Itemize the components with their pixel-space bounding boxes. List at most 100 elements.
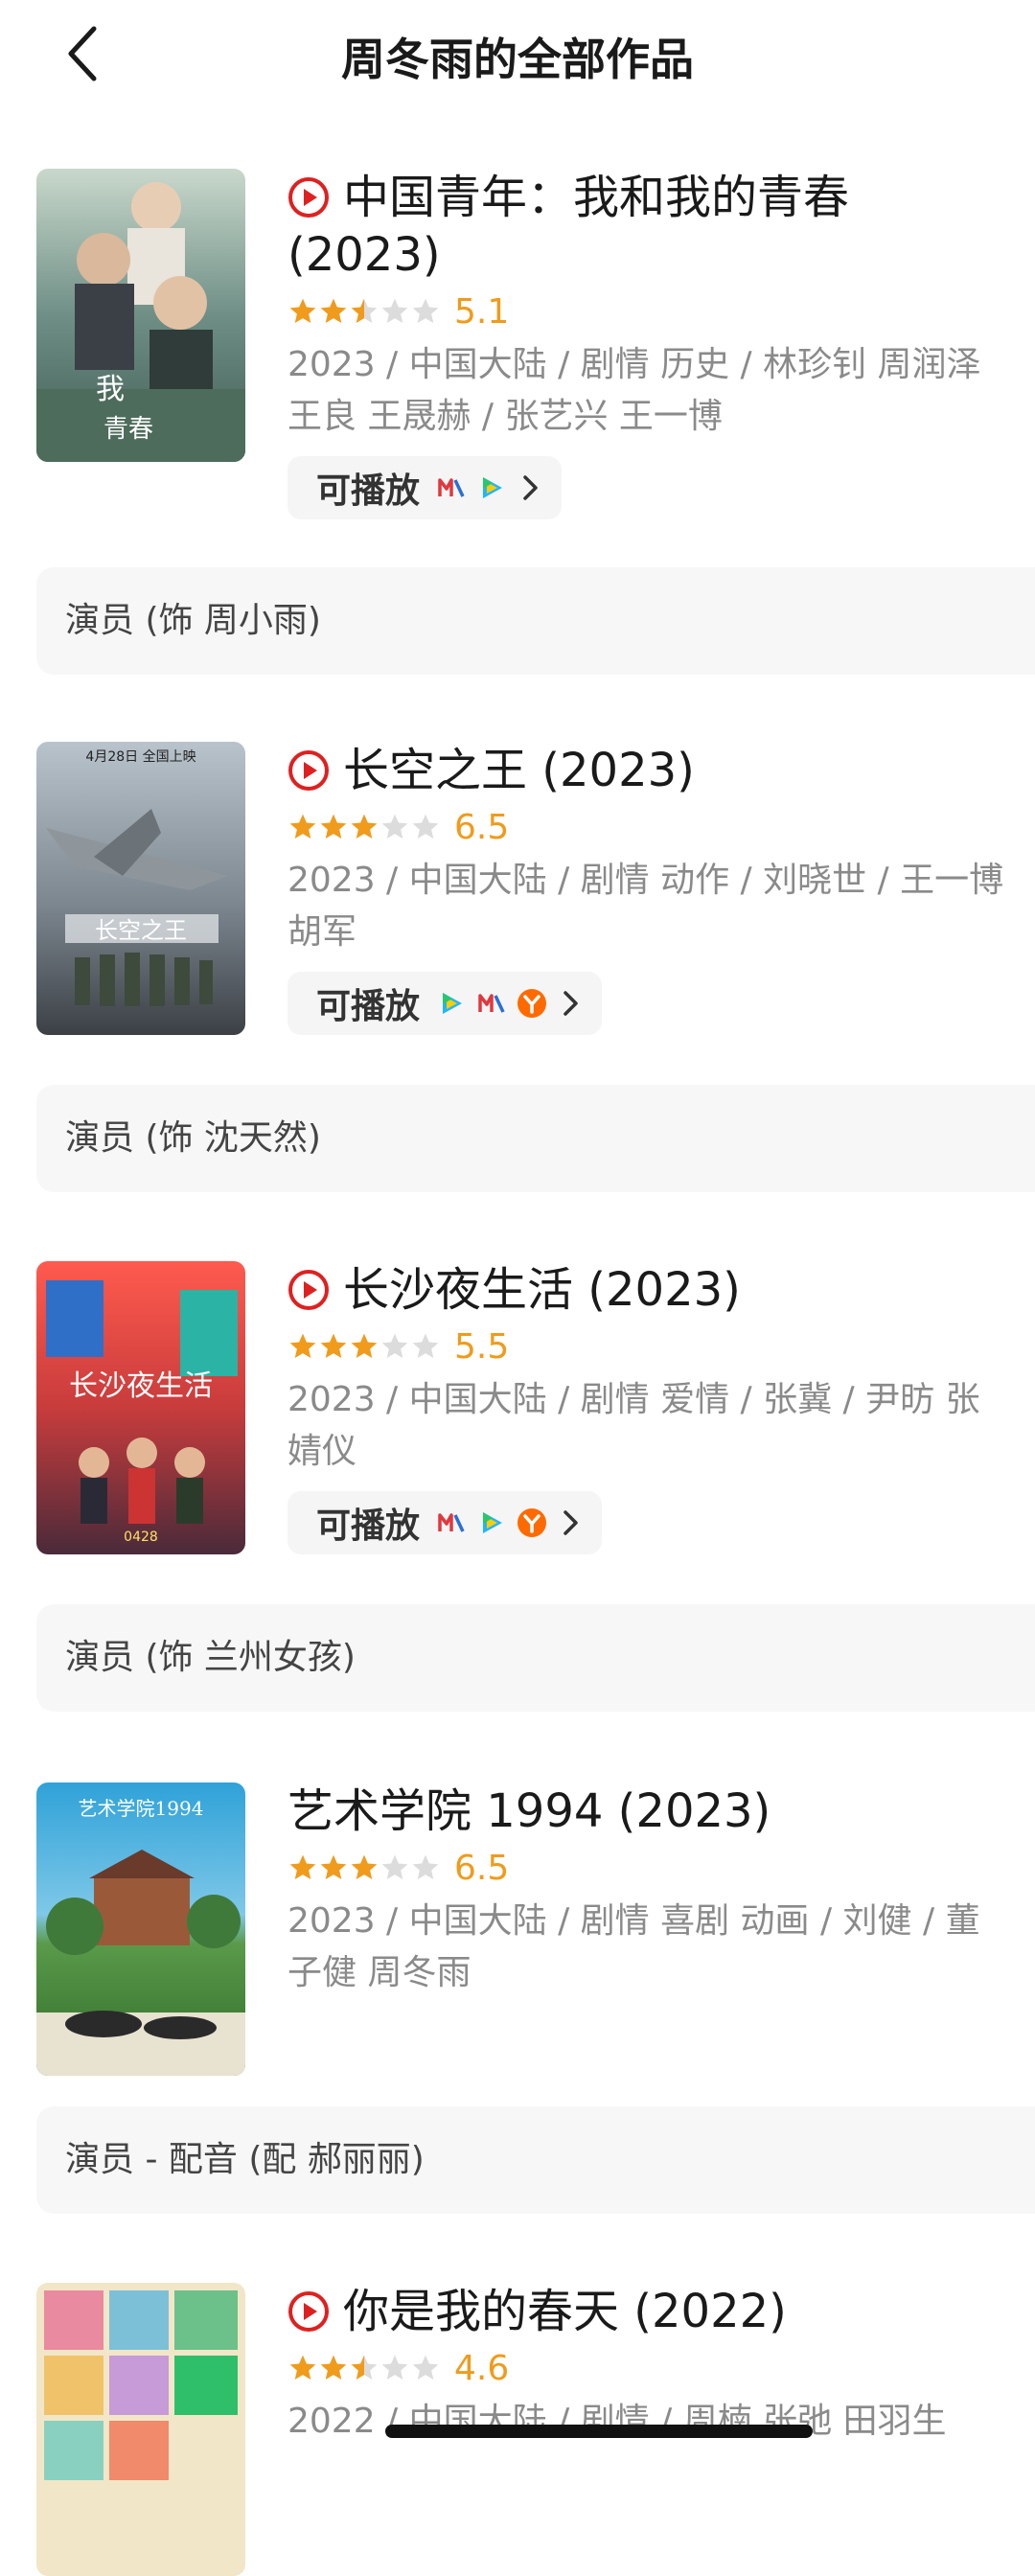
star-full-icon	[289, 298, 316, 323]
playable-button[interactable]: 可播放	[288, 972, 603, 1035]
work-item[interactable]: 4月28日 全国上映 长空之王 长空之王 (2023) 6.5 2023 / 中…	[0, 742, 1035, 1202]
star-full-icon	[289, 1333, 316, 1358]
play-icon	[288, 2291, 329, 2332]
star-half-icon	[351, 298, 378, 323]
rating-value: 6.5	[454, 807, 510, 847]
rating-row: 5.1	[288, 288, 1012, 335]
star-full-icon	[351, 1854, 378, 1879]
work-title-text: 长空之王 (2023)	[343, 744, 695, 797]
rating-value: 6.5	[454, 1848, 510, 1888]
playable-button[interactable]: 可播放	[288, 456, 563, 519]
mango-tv-icon	[438, 478, 465, 497]
svg-text:长沙夜生活: 长沙夜生活	[69, 1369, 213, 1403]
role-text: 演员 (饰 兰州女孩)	[65, 1638, 356, 1677]
work-meta: 2023 / 中国大陆 / 剧情 爱情 / 张冀 / 尹昉 张婧仪	[288, 1380, 980, 1471]
svg-text:长空之王: 长空之王	[95, 917, 187, 944]
star-full-icon	[289, 2355, 316, 2380]
star-full-icon	[351, 1333, 378, 1358]
rating-row: 6.5	[288, 803, 1012, 851]
star-empty-icon	[412, 2355, 439, 2380]
star-empty-icon	[381, 1854, 408, 1879]
work-title[interactable]: 你是我的春天 (2022)	[288, 2283, 1012, 2340]
work-title-text: 长沙夜生活 (2023)	[343, 1263, 741, 1317]
work-item[interactable]: 艺术学院1994 艺术学院 1994 (2023) 6.5 2023 / 中国大…	[0, 1782, 1035, 2214]
star-empty-icon	[412, 814, 439, 839]
rating-value: 4.6	[454, 2348, 510, 2388]
star-rating	[288, 1331, 441, 1362]
work-item[interactable]: 长沙夜生活 0428 长沙夜生活 (2023) 5.5 2023 / 中国大陆 …	[0, 1261, 1035, 1721]
poster-image[interactable]: 艺术学院1994	[36, 1782, 245, 2076]
youku-icon	[518, 1508, 547, 1537]
tencent-video-icon	[443, 993, 463, 1014]
work-item[interactable]: 我 青春 中国青年：我和我的青春 (2023) 5.1 2023 / 中国大陆 …	[0, 169, 1035, 686]
star-rating	[288, 296, 441, 327]
poster-image[interactable]: 我 青春	[36, 169, 245, 462]
role-bar: 演员 (饰 沈天然)	[36, 1085, 1035, 1192]
chevron-right-icon	[564, 991, 578, 1016]
svg-text:艺术学院1994: 艺术学院1994	[79, 1797, 204, 1820]
star-empty-icon	[381, 298, 408, 323]
work-title-text: 中国青年：我和我的青春 (2023)	[288, 171, 850, 282]
star-full-icon	[351, 814, 378, 839]
play-icon	[288, 177, 329, 218]
star-rating	[288, 812, 441, 842]
role-text: 演员 - 配音 (配 郝丽丽)	[65, 2140, 425, 2179]
star-empty-icon	[381, 1333, 408, 1358]
mango-tv-icon	[478, 994, 505, 1013]
role-bar: 演员 (饰 周小雨)	[36, 567, 1035, 675]
poster-image[interactable]	[36, 2283, 245, 2576]
rating-row: 6.5	[288, 1844, 1012, 1892]
chevron-right-icon	[564, 1510, 578, 1535]
star-full-icon	[320, 1333, 347, 1358]
rating-row: 4.6	[288, 2344, 1012, 2392]
role-text: 演员 (饰 周小雨)	[65, 601, 321, 640]
rating-value: 5.1	[454, 291, 510, 332]
poster-image[interactable]: 4月28日 全国上映 长空之王	[36, 742, 245, 1035]
tencent-video-icon	[483, 477, 503, 498]
role-bar: 演员 - 配音 (配 郝丽丽)	[36, 2106, 1035, 2214]
star-half-icon	[351, 2355, 378, 2380]
star-empty-icon	[412, 1854, 439, 1879]
rating-row: 5.5	[288, 1322, 1012, 1370]
work-title-text: 你是我的春天 (2022)	[343, 2285, 787, 2338]
star-rating	[288, 1852, 441, 1883]
star-empty-icon	[381, 2355, 408, 2380]
page-title: 周冬雨的全部作品	[341, 34, 694, 85]
star-full-icon	[320, 1854, 347, 1879]
svg-text:0428: 0428	[124, 1530, 158, 1545]
work-title-text: 艺术学院 1994 (2023)	[288, 1784, 771, 1838]
work-meta: 2023 / 中国大陆 / 剧情 历史 / 林珍钊 周润泽 王良 王晟赫 / 张…	[288, 345, 981, 436]
role-bar: 演员 (饰 兰州女孩)	[36, 1604, 1035, 1712]
top-bar: 周冬雨的全部作品	[0, 0, 1035, 107]
star-full-icon	[320, 298, 347, 323]
svg-text:4月28日 全国上映: 4月28日 全国上映	[85, 748, 196, 765]
svg-text:我: 我	[96, 373, 125, 406]
work-title[interactable]: 中国青年：我和我的青春 (2023)	[288, 169, 1012, 284]
star-full-icon	[320, 2355, 347, 2380]
work-meta: 2023 / 中国大陆 / 剧情 喜剧 动画 / 刘健 / 董子健 周冬雨	[288, 1901, 980, 1992]
work-title[interactable]: 艺术学院 1994 (2023)	[288, 1782, 1012, 1840]
work-meta: 2022 / 中国大陆 / 剧情 / 周楠 张弛 田羽生	[288, 2402, 947, 2441]
playable-label: 可播放	[316, 1506, 421, 1546]
role-text: 演员 (饰 沈天然)	[65, 1118, 321, 1158]
poster-image[interactable]: 长沙夜生活 0428	[36, 1261, 245, 1554]
work-title[interactable]: 长空之王 (2023)	[288, 742, 1012, 799]
star-full-icon	[320, 814, 347, 839]
playable-label: 可播放	[316, 472, 421, 511]
svg-text:青春: 青春	[104, 415, 153, 444]
rating-value: 5.5	[454, 1326, 510, 1367]
star-empty-icon	[412, 1333, 439, 1358]
star-full-icon	[289, 1854, 316, 1879]
work-title[interactable]: 长沙夜生活 (2023)	[288, 1261, 1012, 1319]
star-empty-icon	[381, 814, 408, 839]
star-empty-icon	[412, 298, 439, 323]
tencent-video-icon	[483, 1512, 503, 1533]
star-full-icon	[289, 814, 316, 839]
youku-icon	[518, 989, 547, 1018]
playable-button[interactable]: 可播放	[288, 1491, 603, 1554]
play-icon	[288, 750, 329, 791]
star-rating	[288, 2353, 441, 2383]
chevron-right-icon	[523, 475, 538, 500]
play-icon	[288, 1270, 329, 1310]
home-indicator[interactable]	[385, 2425, 813, 2438]
